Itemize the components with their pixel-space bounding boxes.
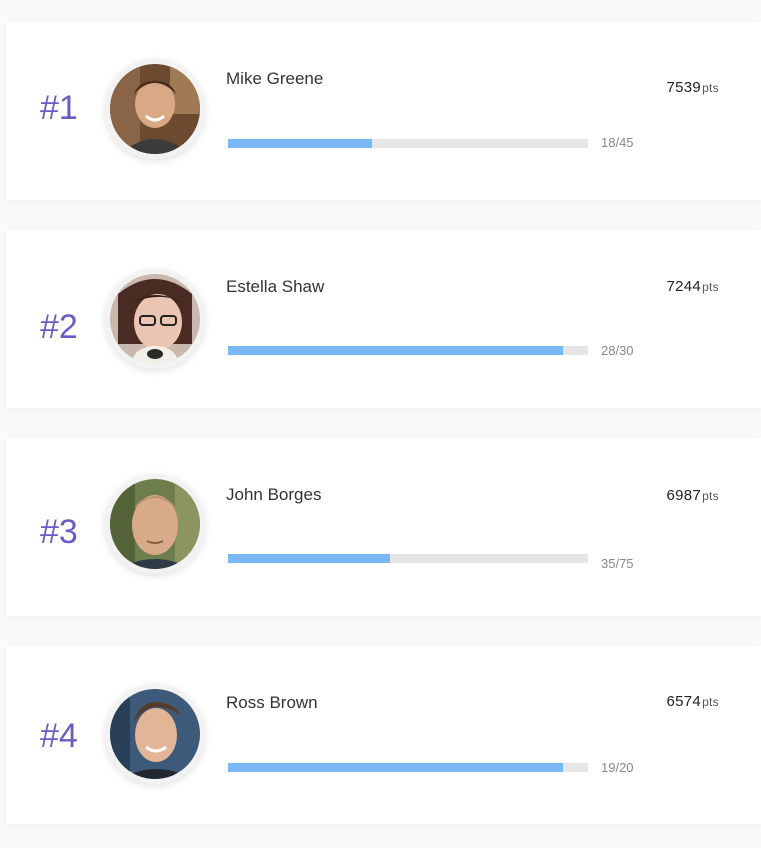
points-unit: pts xyxy=(702,695,719,709)
points-value: 6574pts xyxy=(667,693,720,711)
rank-label: #4 xyxy=(40,717,78,755)
user-avatar-icon xyxy=(110,479,200,569)
leaderboard-entry[interactable]: #1 Mike Greene 18/45 7539pts xyxy=(6,22,761,200)
points-value: 6987pts xyxy=(667,487,720,505)
points-unit: pts xyxy=(702,280,719,294)
leaderboard-entry[interactable]: #3 John Borges 35/75 6987pts xyxy=(6,438,761,616)
rank-label: #1 xyxy=(40,89,78,127)
avatar xyxy=(105,474,205,574)
progress-fill xyxy=(228,346,563,355)
player-name: Mike Greene xyxy=(226,69,324,88)
progress-count: 18/45 xyxy=(601,135,634,150)
points-number: 6987 xyxy=(666,487,702,504)
progress-bar xyxy=(228,139,588,148)
leaderboard-entry[interactable]: #2 Estella Shaw 28/30 7244pts xyxy=(6,230,761,408)
progress-count: 19/20 xyxy=(601,760,634,775)
progress-fill xyxy=(228,554,390,563)
progress-fill xyxy=(228,763,563,772)
points-value: 7244pts xyxy=(667,278,720,296)
points-unit: pts xyxy=(702,81,719,95)
rank-label: #3 xyxy=(40,513,78,551)
points-value: 7539pts xyxy=(667,79,720,97)
user-avatar-icon xyxy=(110,64,200,154)
progress-bar xyxy=(228,346,588,355)
rank-label: #2 xyxy=(40,308,78,346)
avatar xyxy=(105,59,205,159)
points-number: 6574 xyxy=(666,693,702,710)
player-name: Ross Brown xyxy=(226,693,318,712)
progress-count: 35/75 xyxy=(601,556,634,571)
points-unit: pts xyxy=(702,489,719,503)
player-name: Estella Shaw xyxy=(226,277,325,296)
progress-bar xyxy=(228,763,588,772)
user-avatar-icon xyxy=(110,689,200,779)
points-number: 7244 xyxy=(666,278,702,295)
points-number: 7539 xyxy=(666,79,702,96)
progress-count: 28/30 xyxy=(601,343,634,358)
progress-bar xyxy=(228,554,588,563)
leaderboard: #1 Mike Greene 18/45 7539pts #2 Estella … xyxy=(0,0,761,848)
avatar xyxy=(105,684,205,784)
avatar xyxy=(105,269,205,369)
player-name: John Borges xyxy=(226,485,322,504)
progress-fill xyxy=(228,139,372,148)
leaderboard-entry[interactable]: #4 Ross Brown 19/20 6574pts xyxy=(6,646,761,824)
user-avatar-icon xyxy=(110,274,200,364)
